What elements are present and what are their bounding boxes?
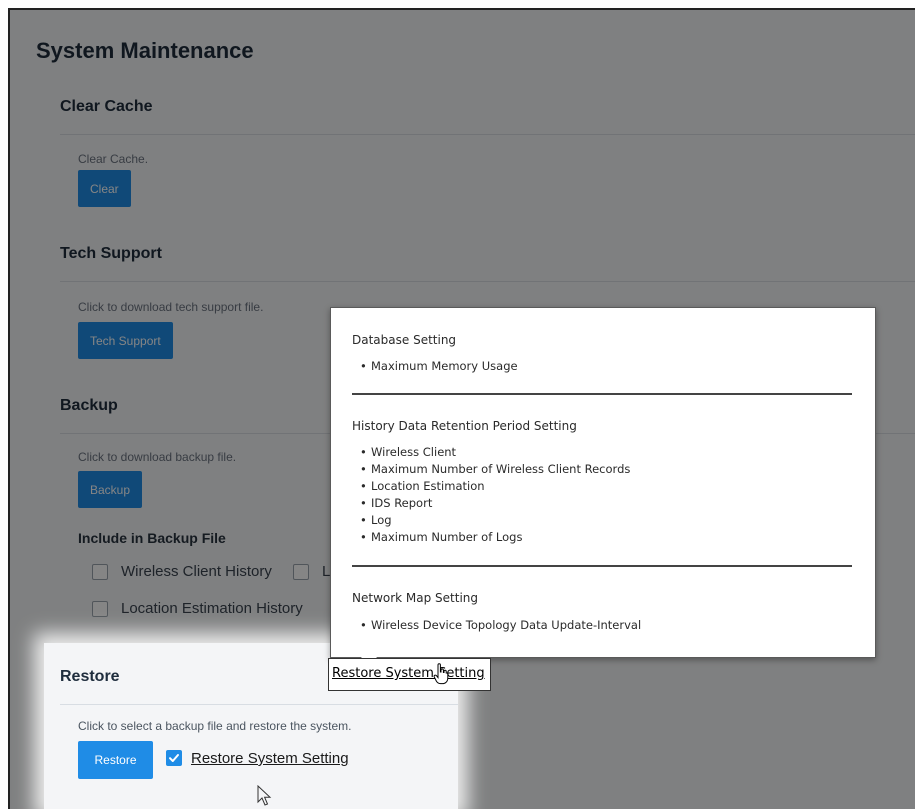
tooltip-heading-history: History Data Retention Period Setting: [352, 419, 577, 433]
tooltip-list-database: Maximum Memory Usage: [352, 358, 518, 375]
tooltip-list-network-map: Wireless Device Topology Data Update-Int…: [352, 617, 641, 634]
restore-system-setting-checkbox[interactable]: [166, 750, 182, 766]
list-item: Wireless Device Topology Data Update-Int…: [352, 617, 641, 634]
list-item: Maximum Number of Wireless Client Record…: [352, 461, 630, 478]
checkmark-icon: [169, 754, 179, 762]
tooltip-list-history: Wireless Client Maximum Number of Wirele…: [352, 444, 630, 546]
list-item: IDS Report: [352, 495, 630, 512]
hovered-restore-system-setting-link[interactable]: Restore System Setting: [332, 666, 485, 681]
hovered-link-box[interactable]: Restore System Setting: [328, 658, 491, 691]
list-item: Wireless Client: [352, 444, 630, 461]
tooltip-separator: [352, 393, 852, 395]
divider: [60, 704, 458, 705]
list-item: Location Estimation: [352, 478, 630, 495]
restore-title: Restore: [60, 668, 120, 685]
restore-system-setting-link[interactable]: Restore System Setting: [191, 750, 349, 767]
restore-description: Click to select a backup file and restor…: [78, 719, 352, 733]
maintenance-page: System Maintenance Clear Cache Clear Cac…: [8, 8, 915, 809]
restore-setting-tooltip: Database Setting Maximum Memory Usage Hi…: [330, 307, 876, 666]
tooltip-heading-network-map: Network Map Setting: [352, 591, 479, 605]
tooltip-heading-database: Database Setting: [352, 333, 457, 347]
list-item: Log: [352, 512, 630, 529]
hand-pointer-icon: [433, 663, 449, 685]
restore-button[interactable]: Restore: [78, 741, 153, 779]
arrow-cursor-icon: [257, 785, 272, 806]
list-item: Maximum Number of Logs: [352, 529, 630, 546]
list-item: Maximum Memory Usage: [352, 358, 518, 375]
tooltip-separator: [352, 565, 852, 567]
